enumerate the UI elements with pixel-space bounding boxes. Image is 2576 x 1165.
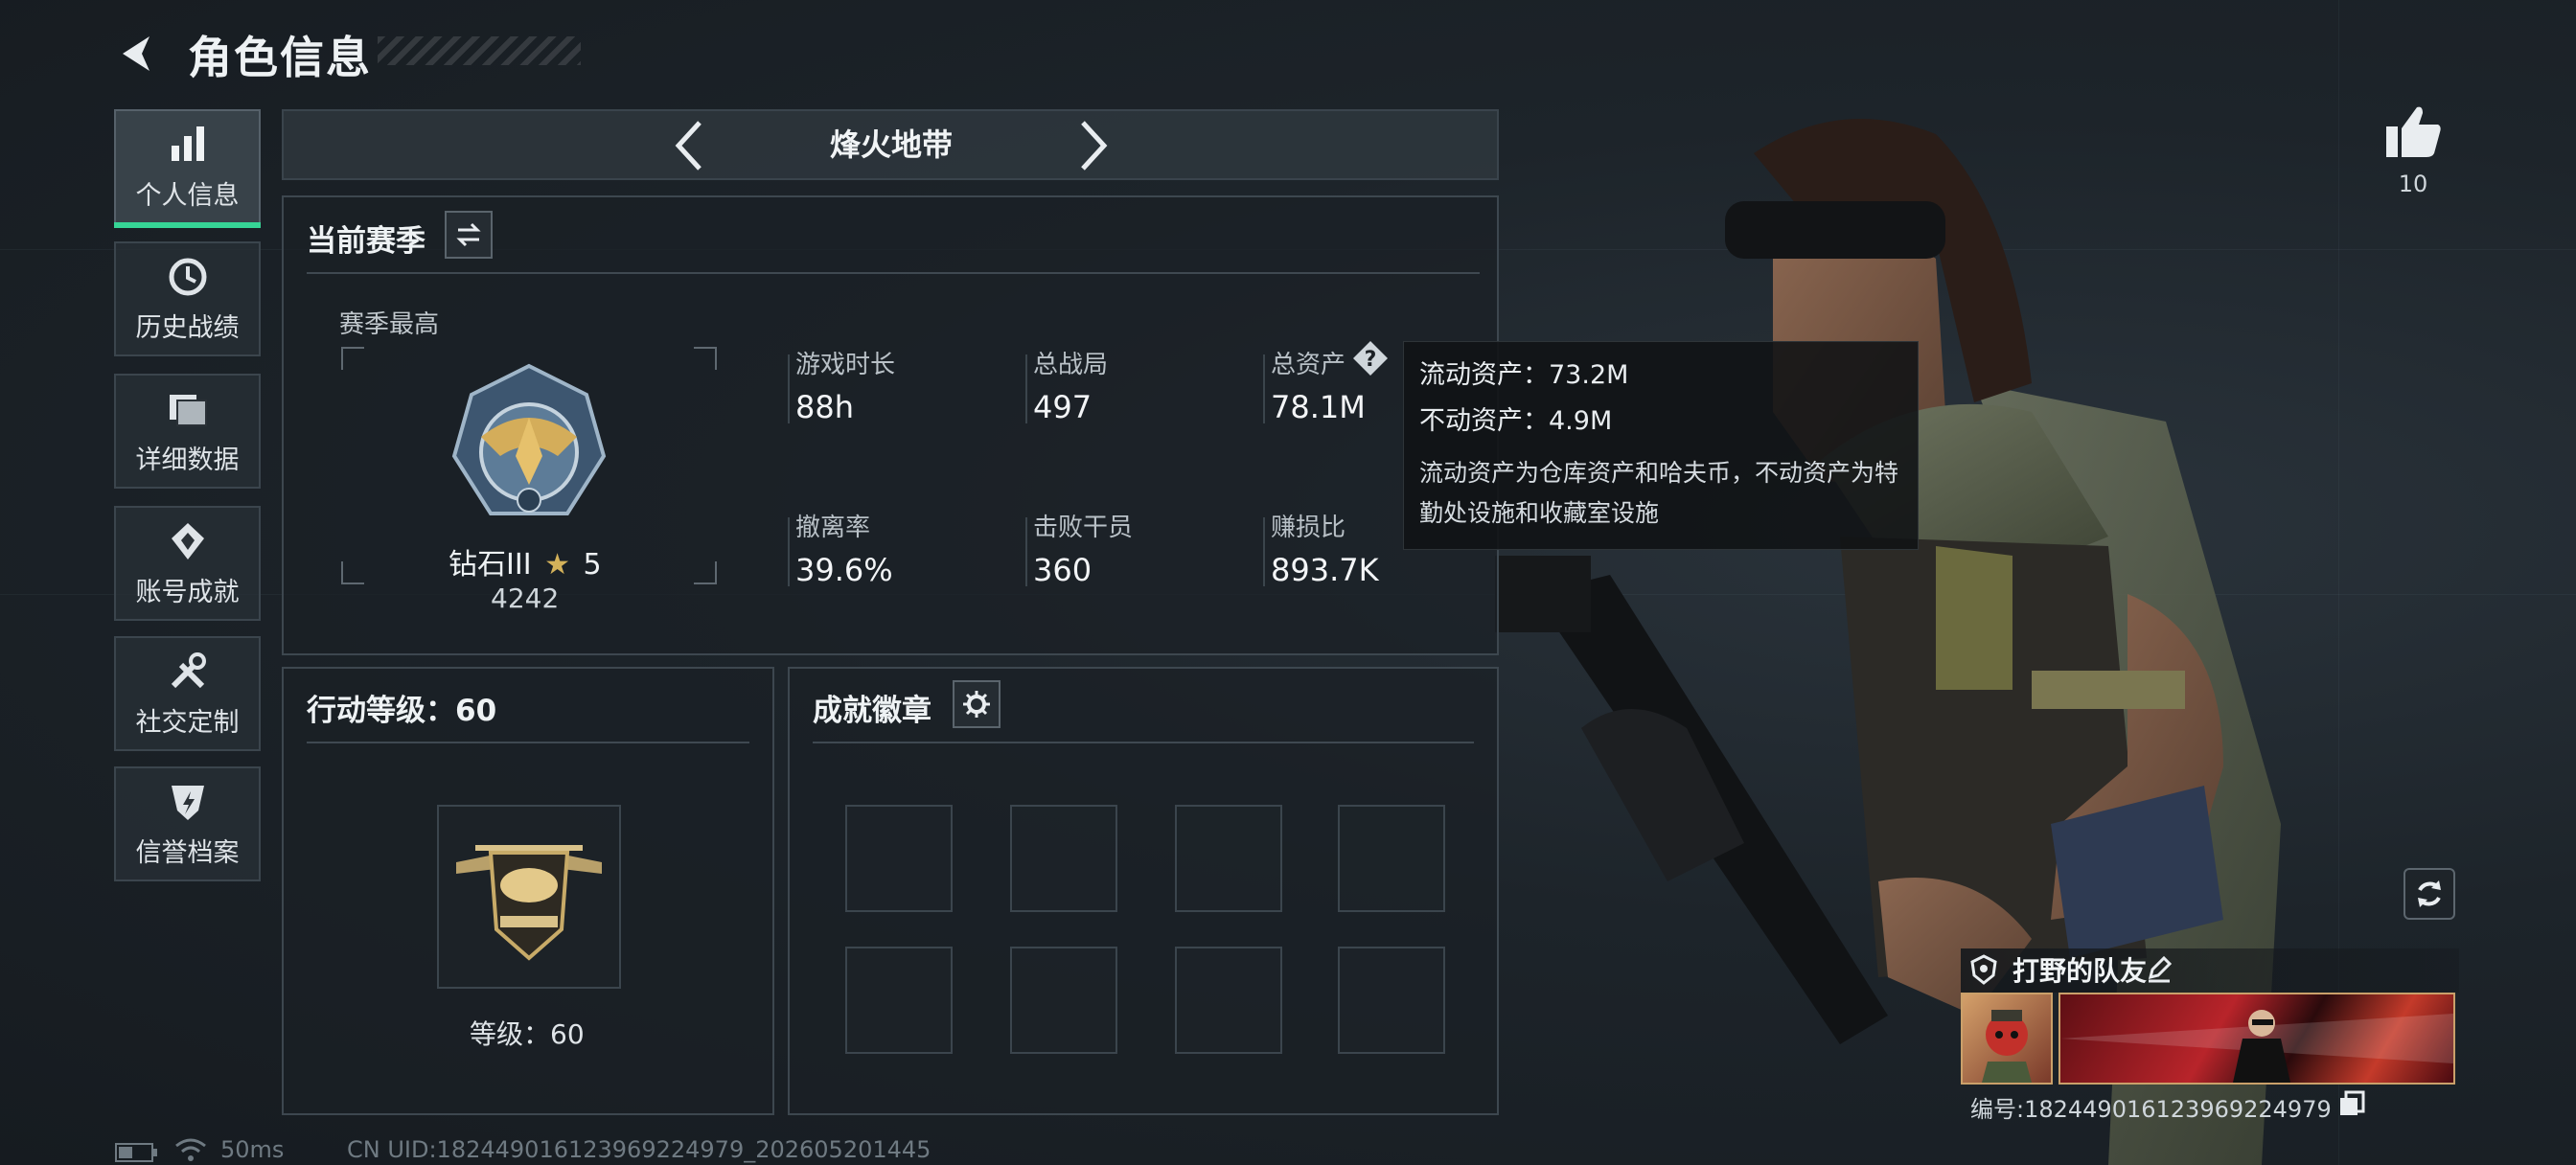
back-button[interactable]	[113, 29, 163, 79]
divider	[307, 742, 749, 743]
team-banner[interactable]	[2058, 993, 2455, 1085]
season-best-label: 赛季最高	[339, 310, 440, 339]
refresh-button[interactable]	[2404, 868, 2455, 920]
helicopter-emblem-icon	[456, 845, 602, 961]
badge-slot[interactable]	[1010, 947, 1117, 1054]
sidebar-item-social[interactable]: 社交定制	[114, 636, 261, 751]
back-arrow-icon	[123, 36, 150, 71]
team-id: 编号:1824490161239692249​79	[1970, 1096, 2332, 1123]
title-decoration	[378, 36, 581, 65]
like-count: 10	[2398, 171, 2428, 197]
folder-icon	[169, 394, 207, 426]
frame-corner	[694, 561, 717, 584]
star-icon: ★	[544, 548, 570, 582]
divider	[1263, 354, 1265, 423]
frame-corner	[694, 347, 717, 370]
help-icon[interactable]: ?	[1351, 339, 1390, 377]
badge-slot[interactable]	[1175, 947, 1282, 1054]
divider	[307, 272, 1480, 274]
achievement-icon	[171, 522, 204, 560]
wifi-icon	[175, 1138, 206, 1161]
ping-text: 50ms	[220, 1136, 285, 1163]
gear-icon	[963, 691, 990, 718]
rank-badge-icon	[451, 363, 607, 515]
page-title: 角色信息	[188, 32, 372, 83]
season-title: 当前赛季	[307, 224, 426, 259]
tooltip-description: 流动资产为仓库资产和哈夫币，不动资产为特勤处设施和收藏室设施	[1419, 459, 1899, 527]
stat-label-assets: 总资产	[1271, 351, 1346, 379]
sidebar-item-label: 社交定制	[135, 707, 240, 738]
stat-label-playtime: 游戏时长	[795, 351, 896, 379]
stat-value-assets: 78.1M	[1271, 389, 1366, 425]
divider	[788, 517, 790, 586]
stat-label-profit-ratio: 赚损比	[1271, 514, 1346, 542]
banner-figure-icon	[2060, 1010, 2453, 1083]
divider	[1025, 354, 1027, 423]
edit-pencil-icon[interactable]	[2145, 954, 2174, 983]
stat-label-matches: 总战局	[1033, 351, 1109, 379]
sidebar-item-label: 个人信息	[135, 180, 240, 211]
history-clock-icon	[169, 258, 206, 295]
frame-corner	[341, 561, 364, 584]
action-level-title: 行动等级：60	[307, 694, 497, 728]
team-shield-icon	[1970, 954, 1997, 985]
sidebar-item-label: 账号成就	[135, 577, 240, 607]
sidebar-item-label: 信誉档案	[135, 837, 240, 868]
team-name: 打野的队友	[2012, 955, 2148, 987]
battery-icon	[115, 1143, 157, 1162]
season-switch-button[interactable]	[445, 211, 493, 259]
rank-name: 钻石III	[448, 548, 532, 582]
refresh-icon	[2418, 880, 2441, 907]
stat-value-kills: 360	[1033, 552, 1092, 588]
badge-slot[interactable]	[1010, 805, 1117, 912]
stat-label-kills: 击败干员	[1033, 514, 1134, 542]
divider	[788, 354, 790, 423]
tooltip-fixed-assets: 不动资产：4.9M	[1419, 406, 1613, 436]
sidebar-item-achievements[interactable]: 账号成就	[114, 506, 261, 621]
rank-score: 4242	[491, 582, 560, 614]
copy-icon[interactable]	[2338, 1090, 2365, 1117]
bar-chart-icon	[171, 126, 204, 161]
divider	[1263, 517, 1265, 586]
badge-slot[interactable]	[1175, 805, 1282, 912]
stat-value-profit-ratio: 893.7K	[1271, 552, 1379, 588]
rank-stars: 5	[583, 548, 602, 582]
mode-title: 烽火地带	[829, 126, 953, 163]
swap-icon	[456, 222, 481, 247]
reputation-shield-icon	[171, 785, 204, 820]
tooltip-liquid-assets: 流动资产：73.2M	[1419, 360, 1629, 390]
badge-slot[interactable]	[1338, 805, 1445, 912]
badges-title: 成就徽章	[813, 694, 932, 728]
action-level-text: 等级：60	[470, 1018, 585, 1050]
stat-value-extract-rate: 39.6%	[795, 552, 893, 588]
divider	[813, 742, 1474, 743]
svg-text:?: ?	[1365, 348, 1377, 372]
tools-icon	[171, 651, 206, 688]
frame-corner	[341, 347, 364, 370]
assets-tooltip: 流动资产：73.2M 不动资产：4.9M 流动资产为仓库资产和哈夫币，不动资产为…	[1403, 341, 1919, 550]
avatar-character-icon	[1982, 1010, 2032, 1083]
badge-slot[interactable]	[1338, 947, 1445, 1054]
badge-slot[interactable]	[845, 947, 953, 1054]
sidebar-item-label: 历史战绩	[135, 312, 240, 343]
sidebar-item-label: 详细数据	[135, 445, 240, 475]
chevron-right-icon[interactable]	[1073, 119, 1112, 172]
stat-label-extract-rate: 撤离率	[795, 514, 871, 542]
sidebar-item-personal-info[interactable]: 个人信息	[114, 109, 261, 228]
sidebar-item-reputation[interactable]: 信誉档案	[114, 766, 261, 881]
stat-value-matches: 497	[1033, 389, 1092, 425]
divider	[1025, 517, 1027, 586]
chevron-left-icon[interactable]	[671, 119, 709, 172]
badge-slot[interactable]	[845, 805, 953, 912]
rank-name-row: 钻石III ★ 5	[448, 540, 602, 582]
sidebar-item-detailed-data[interactable]: 详细数据	[114, 374, 261, 489]
stat-value-playtime: 88h	[795, 389, 854, 425]
badge-settings-button[interactable]	[953, 680, 1000, 728]
sidebar-item-history[interactable]: 历史战绩	[114, 241, 261, 356]
team-avatar[interactable]	[1961, 993, 2053, 1085]
thumbs-up-icon[interactable]	[2384, 103, 2444, 159]
uid-text: CN UID:18244901612396922497​9_2026052014…	[347, 1136, 932, 1163]
